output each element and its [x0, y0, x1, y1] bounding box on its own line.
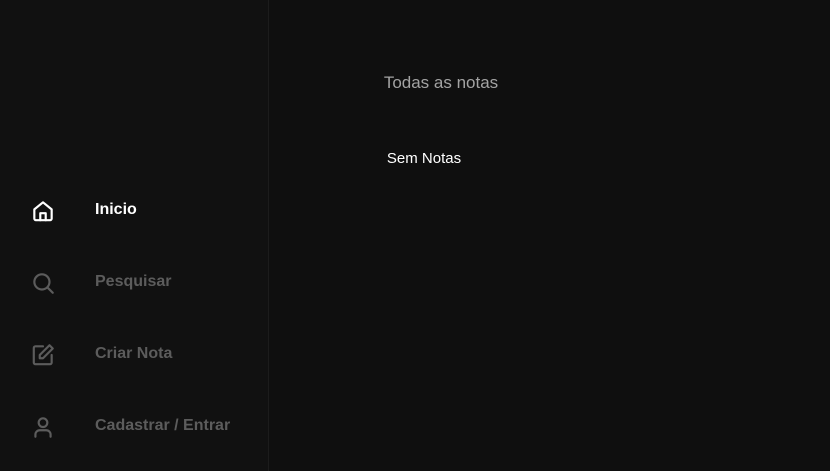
edit-note-icon — [30, 342, 56, 368]
sidebar-item-inicio[interactable]: Inicio — [0, 186, 268, 234]
main-content: Todas as notas Sem Notas — [270, 0, 830, 471]
app-window: Inicio Pesquisar Criar Nota Cadastrar / … — [0, 0, 830, 471]
sidebar-item-label: Criar Nota — [95, 345, 173, 362]
sidebar-item-pesquisar[interactable]: Pesquisar — [0, 258, 268, 306]
sidebar-item-cadastrar-entrar[interactable]: Cadastrar / Entrar — [0, 402, 268, 450]
user-icon — [30, 414, 56, 440]
page-title: Todas as notas — [383, 73, 499, 92]
empty-state-message: Sem Notas — [386, 150, 462, 167]
sidebar: Inicio Pesquisar Criar Nota Cadastrar / … — [0, 0, 269, 471]
sidebar-item-label: Cadastrar / Entrar — [95, 417, 231, 434]
sidebar-item-label: Pesquisar — [95, 273, 172, 290]
home-icon — [30, 198, 56, 224]
sidebar-item-criar-nota[interactable]: Criar Nota — [0, 330, 268, 378]
sidebar-item-label: Inicio — [95, 201, 137, 218]
search-icon — [30, 270, 56, 296]
